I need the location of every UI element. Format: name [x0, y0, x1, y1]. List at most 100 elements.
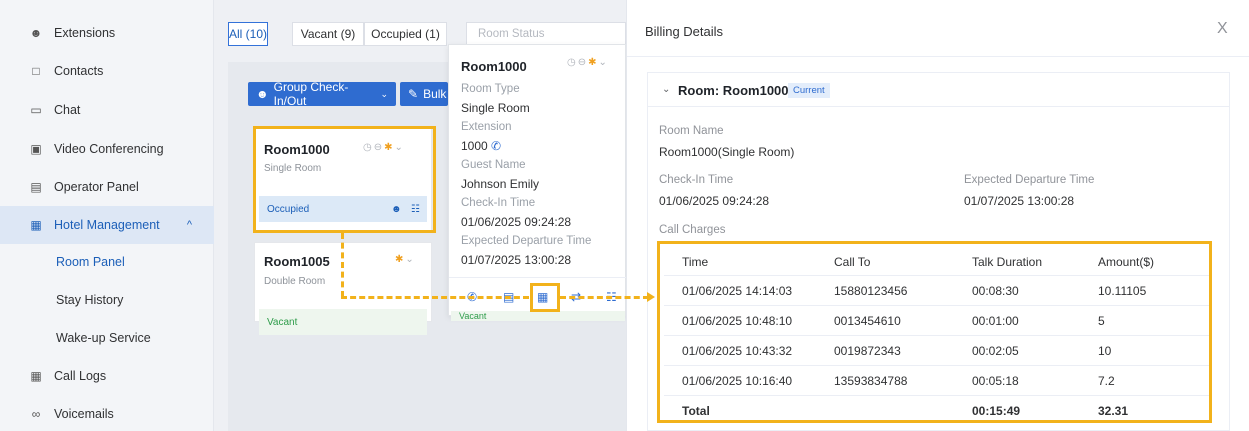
- tab-vacant[interactable]: Vacant (9): [292, 22, 364, 46]
- table-total-cell: Total: [682, 404, 710, 418]
- sidebar-item-label: Hotel Management: [54, 218, 160, 232]
- table-cell: 01/06/2025 10:16:40: [682, 374, 793, 388]
- row-divider: [664, 395, 1209, 396]
- drawer-title: Billing Details: [645, 24, 724, 39]
- call-logs-icon: ▦: [30, 369, 42, 383]
- room-card-room1000[interactable]: Room1000 Single Room ◷⊖✱⌄ Occupied ☻ ☷: [254, 128, 432, 232]
- sidebar-item-label: Call Logs: [54, 369, 107, 383]
- close-icon[interactable]: X: [1217, 20, 1228, 38]
- table-cell: 0013454610: [834, 314, 901, 328]
- guest-icon: ☻: [391, 203, 402, 215]
- sidebar-item-contacts[interactable]: □ Contacts: [0, 52, 214, 90]
- sidebar-item-stay-history[interactable]: Stay History: [0, 281, 214, 319]
- operator-panel-icon: ▤: [30, 180, 42, 194]
- room-title: Room1000: [264, 142, 330, 157]
- bulk-button[interactable]: ✎ Bulk: [400, 82, 448, 106]
- table-cell: 00:02:05: [972, 344, 1019, 358]
- room-type: Single Room: [264, 163, 322, 174]
- sidebar-item-label: Operator Panel: [54, 180, 139, 194]
- sidebar-item-label: Wake-up Service: [56, 331, 151, 345]
- sidebar-item-label: Video Conferencing: [54, 142, 164, 156]
- room-billing-section: ⌄ Room: Room1000 Current Room Name Room1…: [647, 72, 1230, 431]
- room-header: Room: Room1000: [678, 83, 789, 98]
- connector-line: [341, 233, 344, 297]
- sidebar-item-chat[interactable]: ▭ Chat: [0, 91, 214, 129]
- extensions-icon: ☻: [29, 26, 43, 40]
- chevron-up-icon: ^: [186, 219, 192, 231]
- room-status-icons: ◷⊖✱⌄: [363, 142, 405, 153]
- table-header-cell: Time: [682, 255, 709, 269]
- table-cell: 5: [1098, 314, 1105, 328]
- row-divider: [664, 365, 1209, 366]
- room-status-icons: ◷⊖✱⌄: [567, 57, 609, 68]
- table-header-cell: Talk Duration: [972, 255, 1043, 269]
- billing-details-drawer: Billing Details X ⌄ Room: Room1000 Curre…: [626, 0, 1249, 431]
- sidebar-item-voicemails[interactable]: ∞ Voicemails: [0, 395, 214, 431]
- room-section-header[interactable]: ⌄ Room: Room1000 Current: [648, 73, 1229, 107]
- table-cell: 10: [1098, 344, 1112, 358]
- table-cell: 10.11105: [1098, 284, 1147, 298]
- sidebar-item-call-logs[interactable]: ▦ Call Logs: [0, 357, 214, 395]
- table-cell: 13593834788: [834, 374, 908, 388]
- contacts-icon: □: [32, 64, 40, 78]
- table-total-cell: 00:15:49: [972, 404, 1021, 418]
- table-cell: 0019872343: [834, 344, 901, 358]
- table-cell: 01/06/2025 14:14:03: [682, 284, 793, 298]
- connector-line: [560, 296, 649, 299]
- sidebar-item-label: Contacts: [54, 64, 104, 78]
- sidebar-item-label: Stay History: [56, 293, 124, 307]
- chevron-down-icon: ⌄: [380, 88, 388, 99]
- checkout-icon: ☷: [411, 203, 420, 215]
- arrow-head: [647, 292, 655, 302]
- hotel-icon: ▦: [30, 218, 42, 232]
- billing-details-icon[interactable]: ▦: [537, 290, 548, 304]
- sidebar-item-hotel-management[interactable]: ▦ Hotel Management ^: [0, 206, 214, 244]
- tab-all[interactable]: All (10): [228, 22, 268, 46]
- status-badge: Vacant: [259, 309, 427, 335]
- sidebar-item-operator-panel[interactable]: ▤ Operator Panel: [0, 168, 214, 206]
- table-cell: 15880123456: [834, 284, 908, 298]
- table-cell: 00:05:18: [972, 374, 1019, 388]
- table-cell: 00:01:00: [972, 314, 1019, 328]
- row-divider: [664, 305, 1209, 306]
- connector-line: [341, 296, 529, 299]
- status-badge: Occupied ☻ ☷: [259, 196, 427, 222]
- group-icon: ☻: [256, 87, 269, 101]
- table-header-cell: Call To: [834, 255, 871, 269]
- chevron-down-icon: ⌄: [662, 84, 671, 95]
- row-divider: [664, 275, 1209, 276]
- popover-title: Room1000: [461, 59, 527, 74]
- sidebar-item-extensions[interactable]: ☻ Extensions: [0, 14, 214, 52]
- room-status-icons: ✱⌄: [395, 254, 416, 265]
- row-divider: [664, 335, 1209, 336]
- group-check-in-out-button[interactable]: ☻ Group Check-In/Out ⌄: [248, 80, 396, 108]
- sidebar-item-label: Voicemails: [54, 407, 114, 421]
- sidebar: ☻ Extensions □ Contacts ▭ Chat ▣ Video Confe…: [0, 0, 214, 431]
- sidebar-item-video-conferencing[interactable]: ▣ Video Conferencing: [0, 130, 214, 168]
- table-cell: 01/06/2025 10:43:32: [682, 344, 793, 358]
- table-cell: 00:08:30: [972, 284, 1019, 298]
- table-cell: 7.2: [1098, 374, 1115, 388]
- room-detail-popover: Room1000 ◷⊖✱⌄ Room Type Single Room Exte…: [448, 44, 627, 321]
- edit-icon: ✎: [408, 87, 419, 101]
- sidebar-item-room-panel[interactable]: Room Panel: [0, 243, 214, 281]
- extension-value: 1000 ✆: [461, 139, 502, 153]
- room-status-select[interactable]: Room Status: [466, 22, 626, 46]
- room-title: Room1005: [264, 254, 330, 269]
- sidebar-item-label: Extensions: [54, 26, 116, 40]
- table-total-cell: 32.31: [1098, 404, 1129, 418]
- table-header-cell: Amount($): [1098, 255, 1155, 269]
- room-type: Double Room: [264, 276, 326, 287]
- call-charges-table: Time Call To Talk Duration Amount($) 01/06/2…: [664, 245, 1209, 421]
- tab-occupied[interactable]: Occupied (1): [364, 22, 447, 46]
- sidebar-item-label: Room Panel: [56, 255, 125, 269]
- phone-icon: ✆: [491, 139, 502, 153]
- chat-icon: ▭: [30, 103, 42, 117]
- current-badge: Current: [788, 83, 830, 98]
- sidebar-item-label: Chat: [54, 103, 81, 117]
- sidebar-item-wake-up-service[interactable]: Wake-up Service: [0, 319, 214, 357]
- status-badge: Vacant: [451, 311, 625, 321]
- voicemail-icon: ∞: [31, 407, 41, 421]
- video-conferencing-icon: ▣: [30, 142, 42, 156]
- table-cell: 01/06/2025 10:48:10: [682, 314, 793, 328]
